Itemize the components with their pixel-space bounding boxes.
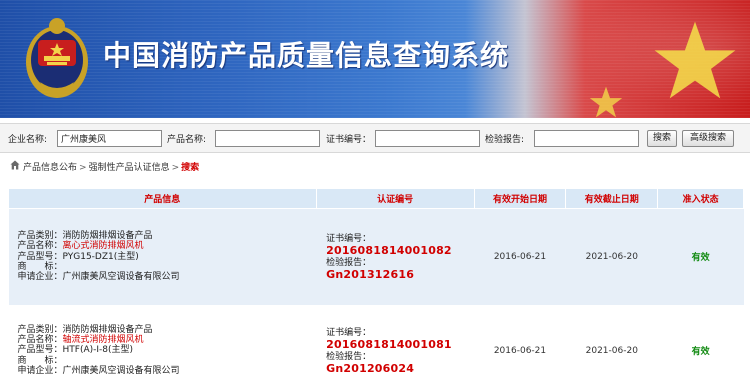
- cert-cell: 证书编号： 2016081814001082 检验报告： Gn201312616: [316, 208, 475, 307]
- report-caption: 检验报告：: [326, 257, 372, 268]
- status-badge: 有效: [657, 208, 744, 307]
- product-info-cell: 产品类别：消防防烟排烟设备产品 产品名称：离心式消防排烟风机 产品型号：PYG1…: [8, 208, 317, 307]
- advanced-search-button[interactable]: 高级搜索: [682, 130, 734, 147]
- end-date: 2021-06-20: [565, 305, 658, 390]
- inspection-report-label: 检验报告:: [485, 135, 525, 145]
- flag-star-icon: [654, 21, 736, 99]
- start-date: 2016-06-21: [474, 305, 566, 390]
- applicant-company: 广州康美风空调设备有限公司: [62, 365, 180, 376]
- company-name-label: 企业名称:: [8, 135, 48, 145]
- product-name-label: 产品名称:: [167, 135, 207, 145]
- product-category: 消防防烟排烟设备产品: [62, 324, 153, 335]
- cert-cell: 证书编号： 2016081814001081 检验报告： Gn201206024: [316, 305, 475, 390]
- company-name-input[interactable]: [57, 130, 162, 147]
- company-label: 申请企业：: [17, 365, 63, 376]
- search-bar: 企业名称: 产品名称: 证书编号： 检验报告: 搜索 高级搜索: [0, 123, 750, 153]
- inspection-report-input[interactable]: [534, 130, 639, 147]
- brand-label: 商 标：: [17, 261, 63, 272]
- category-label: 产品类别：: [17, 231, 63, 241]
- brand-label: 商 标：: [17, 355, 63, 366]
- breadcrumb: 产品信息公布 > 强制性产品认证信息 > 搜索: [0, 156, 750, 176]
- cert-number-input[interactable]: [375, 130, 480, 147]
- col-header-start-date: 有效开始日期: [473, 188, 567, 209]
- home-icon[interactable]: [10, 160, 20, 170]
- police-emblem-icon: [26, 18, 88, 98]
- cert-number[interactable]: 2016081814001082: [326, 244, 474, 257]
- name-label: 产品名称：: [17, 241, 63, 252]
- product-model: PYG15-DZ1(主型): [62, 251, 139, 262]
- col-header-product-info: 产品信息: [8, 188, 317, 209]
- company-label: 申请企业：: [17, 272, 63, 283]
- model-label: 产品型号：: [17, 345, 63, 356]
- start-date: 2016-06-21: [474, 208, 566, 307]
- category-label: 产品类别：: [17, 324, 63, 335]
- search-button[interactable]: 搜索: [647, 130, 677, 147]
- col-header-end-date: 有效截止日期: [565, 188, 659, 209]
- product-name-input[interactable]: [215, 130, 320, 147]
- breadcrumb-product-info[interactable]: 产品信息公布: [23, 163, 77, 173]
- table-header-row: 产品信息 认证编号 有效开始日期 有效截止日期 准入状态: [8, 188, 744, 209]
- table-row: 产品类别：消防防烟排烟设备产品 产品名称：离心式消防排烟风机 产品型号：PYG1…: [8, 208, 744, 307]
- product-category: 消防防烟排烟设备产品: [62, 231, 153, 241]
- breadcrumb-separator: >: [171, 163, 180, 173]
- cert-number-caption: 证书编号：: [326, 233, 372, 244]
- report-number[interactable]: Gn201206024: [326, 362, 474, 375]
- flag-small-star-icon: [589, 86, 623, 118]
- end-date: 2021-06-20: [565, 208, 658, 307]
- cert-number-label: 证书编号：: [326, 135, 372, 145]
- product-name[interactable]: 离心式消防排烟风机: [63, 241, 144, 251]
- results-table: 产品信息 认证编号 有效开始日期 有效截止日期 准入状态 产品类别：消防防烟排烟…: [8, 188, 744, 390]
- site-title: 中国消防产品质量信息查询系统: [103, 39, 510, 72]
- report-caption: 检验报告：: [326, 351, 372, 362]
- applicant-company: 广州康美风空调设备有限公司: [62, 272, 180, 283]
- cert-number-caption: 证书编号：: [326, 327, 372, 338]
- col-header-cert-number: 认证编号: [315, 188, 475, 209]
- cert-number[interactable]: 2016081814001081: [326, 338, 474, 351]
- product-model: HTF(A)-I-8(主型): [62, 345, 134, 356]
- model-label: 产品型号：: [17, 251, 63, 262]
- breadcrumb-ccc-info[interactable]: 强制性产品认证信息: [89, 163, 170, 173]
- breadcrumb-current: 搜索: [181, 163, 200, 173]
- product-info-cell: 产品类别：消防防烟排烟设备产品 产品名称：轴流式消防排烟风机 产品型号：HTF(…: [8, 305, 317, 390]
- name-label: 产品名称：: [17, 335, 63, 346]
- breadcrumb-separator: >: [79, 163, 87, 173]
- site-banner: 中国消防产品质量信息查询系统: [0, 0, 750, 118]
- col-header-status: 准入状态: [657, 188, 744, 209]
- report-number[interactable]: Gn201312616: [326, 268, 474, 281]
- product-name[interactable]: 轴流式消防排烟风机: [63, 335, 144, 345]
- table-row: 产品类别：消防防烟排烟设备产品 产品名称：轴流式消防排烟风机 产品型号：HTF(…: [8, 305, 744, 390]
- status-badge: 有效: [657, 305, 744, 390]
